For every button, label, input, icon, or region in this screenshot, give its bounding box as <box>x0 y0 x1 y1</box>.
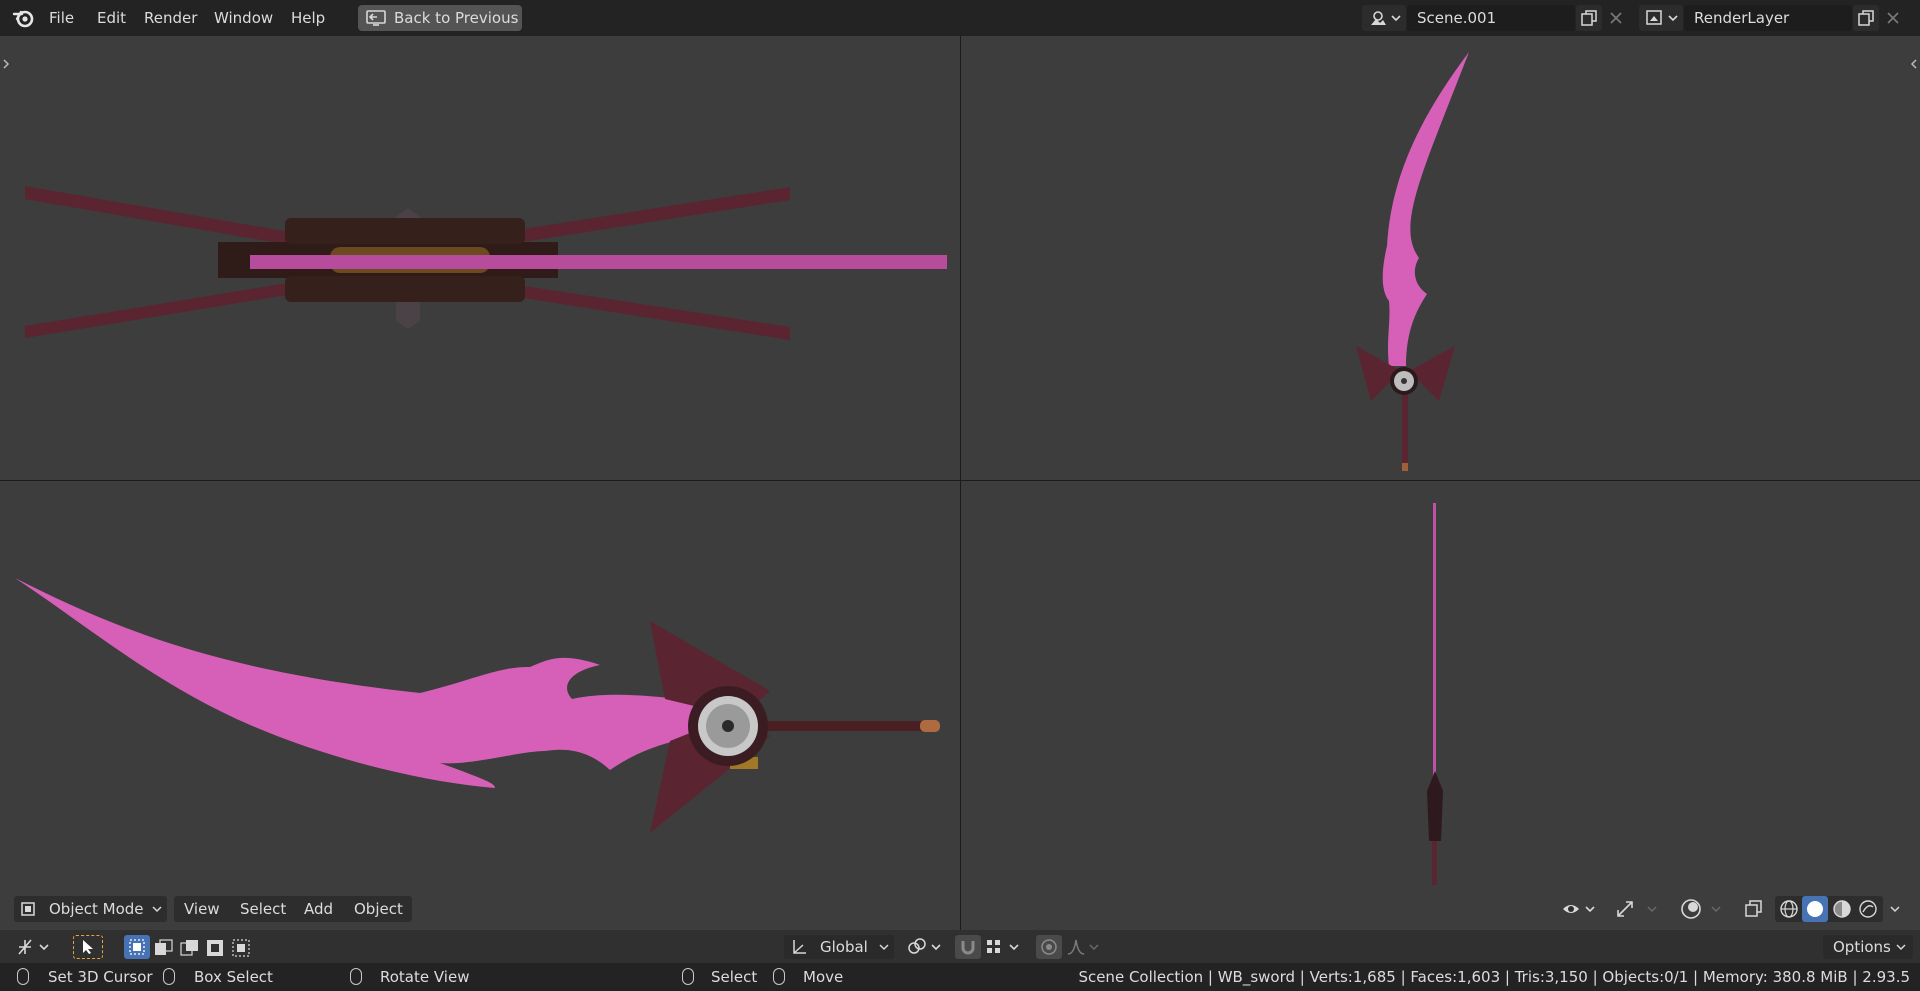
back-to-previous-label: Back to Previous <box>394 9 519 27</box>
pivot-icon <box>906 937 944 957</box>
viewport-divider-horizontal[interactable] <box>0 480 1920 481</box>
select-intersect-icon[interactable] <box>232 939 252 957</box>
select-subtract-icon[interactable] <box>180 939 200 957</box>
mouse-left-icon <box>682 968 694 985</box>
proportional-edit-icon <box>1040 938 1058 956</box>
wireframe-shading-icon[interactable] <box>1779 899 1799 919</box>
gizmo-toggle-icon[interactable] <box>1615 899 1637 919</box>
tool-icon-dropdown[interactable] <box>12 935 56 959</box>
snap-target-dropdown[interactable] <box>982 935 1024 959</box>
scene-icon <box>1368 9 1402 27</box>
blender-logo-icon[interactable] <box>12 7 36 29</box>
renderlayer-name-label: RenderLayer <box>1694 9 1790 27</box>
object-mode-icon <box>20 901 36 917</box>
shading-mode-group <box>1775 896 1883 922</box>
menu-edit[interactable]: Edit <box>97 8 126 28</box>
mouse-left-icon <box>17 968 29 985</box>
chevron-down-icon <box>151 904 163 914</box>
renderlayer-delete-icon[interactable] <box>1886 11 1900 25</box>
viewport-edge-view[interactable] <box>961 481 1920 885</box>
menu-object[interactable]: Object <box>354 899 403 919</box>
back-screen-icon <box>365 9 387 27</box>
shading-dropdown-icon[interactable] <box>1889 904 1901 914</box>
sword-front-view <box>1356 52 1469 471</box>
chevron-down-icon <box>1895 942 1907 952</box>
xray-toggle-icon[interactable] <box>1743 899 1765 919</box>
viewport-front-view[interactable] <box>961 36 1920 480</box>
scene-delete-icon[interactable] <box>1609 11 1623 25</box>
scene-statistics: Scene Collection | WB_sword | Verts:1,68… <box>1078 968 1910 986</box>
renderlayer-new-button[interactable] <box>1853 5 1879 31</box>
renderlayer-icon <box>1645 9 1679 27</box>
sword-top-view <box>25 186 947 340</box>
mouse-right-icon <box>773 968 785 985</box>
select-mode-new[interactable] <box>124 935 150 959</box>
menu-help[interactable]: Help <box>291 8 325 28</box>
pivot-point-dropdown[interactable] <box>904 935 946 959</box>
eye-icon <box>1562 900 1596 918</box>
hint-set-3d-cursor: Set 3D Cursor <box>48 968 153 986</box>
hint-select: Select <box>711 968 758 986</box>
options-label: Options <box>1833 938 1891 956</box>
scene-name-field[interactable]: Scene.001 <box>1407 5 1575 31</box>
viewport-menu-bar: View Select Add Object <box>174 896 412 922</box>
scene-name-label: Scene.001 <box>1417 9 1497 27</box>
orientation-label: Global <box>820 938 868 956</box>
viewport-divider-vertical[interactable] <box>960 36 961 930</box>
sword-edge-view <box>1427 503 1443 885</box>
hint-rotate-view: Rotate View <box>380 968 470 986</box>
back-to-previous-button[interactable]: Back to Previous <box>358 5 522 31</box>
proportional-edit-toggle[interactable] <box>1036 935 1062 959</box>
scene-browse-button[interactable] <box>1362 5 1406 31</box>
status-bar: Set 3D Cursor Box Select Rotate View Sel… <box>0 963 1920 991</box>
tool-settings-bar: Global Options <box>0 930 1920 963</box>
menu-render[interactable]: Render <box>144 8 197 28</box>
chevron-down-icon <box>878 942 890 952</box>
mouse-middle-icon <box>350 968 362 985</box>
falloff-curve-icon <box>1066 937 1104 957</box>
viewport-side-view[interactable] <box>0 481 960 885</box>
scene-new-button[interactable] <box>1576 5 1602 31</box>
transform-tool-icon <box>16 937 52 957</box>
renderlayer-browse-button[interactable] <box>1639 5 1683 31</box>
rendered-shading-icon[interactable] <box>1858 899 1878 919</box>
material-shading-icon[interactable] <box>1832 899 1852 919</box>
hint-box-select: Box Select <box>194 968 273 986</box>
gizmo-dropdown-icon[interactable] <box>1646 904 1658 914</box>
solid-shading-icon[interactable] <box>1802 896 1828 922</box>
proportional-falloff-dropdown[interactable] <box>1064 935 1106 959</box>
visibility-dropdown[interactable] <box>1558 896 1600 922</box>
orientation-axes-icon <box>790 938 808 956</box>
select-tool-button[interactable] <box>73 935 103 959</box>
overlays-dropdown-icon[interactable] <box>1710 904 1722 914</box>
object-mode-label: Object Mode <box>49 900 144 918</box>
menu-file[interactable]: File <box>49 8 74 28</box>
menu-view[interactable]: View <box>184 899 220 919</box>
menu-window[interactable]: Window <box>214 8 273 28</box>
top-bar: File Edit Render Window Help Back to Pre… <box>0 0 1920 36</box>
hint-move: Move <box>803 968 844 986</box>
duplicate-icon <box>1581 10 1597 26</box>
sword-side-view <box>15 578 940 833</box>
mouse-drag-icon <box>163 968 175 985</box>
renderlayer-name-field[interactable]: RenderLayer <box>1684 5 1852 31</box>
overlays-toggle-icon[interactable] <box>1679 898 1703 920</box>
select-new-icon <box>129 939 145 955</box>
duplicate-icon <box>1858 10 1874 26</box>
options-dropdown[interactable]: Options <box>1823 935 1913 959</box>
cursor-arrow-icon <box>81 939 95 955</box>
object-mode-dropdown[interactable]: Object Mode <box>14 896 167 922</box>
menu-add[interactable]: Add <box>304 899 333 919</box>
snap-grid-icon <box>984 937 1022 957</box>
menu-select[interactable]: Select <box>240 899 286 919</box>
select-extend-icon[interactable] <box>154 939 174 957</box>
transform-orientation-dropdown[interactable]: Global <box>784 935 894 959</box>
viewport-top-view[interactable] <box>0 36 960 480</box>
select-invert-icon[interactable] <box>206 939 226 957</box>
magnet-icon <box>959 938 977 956</box>
snap-toggle[interactable] <box>955 935 981 959</box>
